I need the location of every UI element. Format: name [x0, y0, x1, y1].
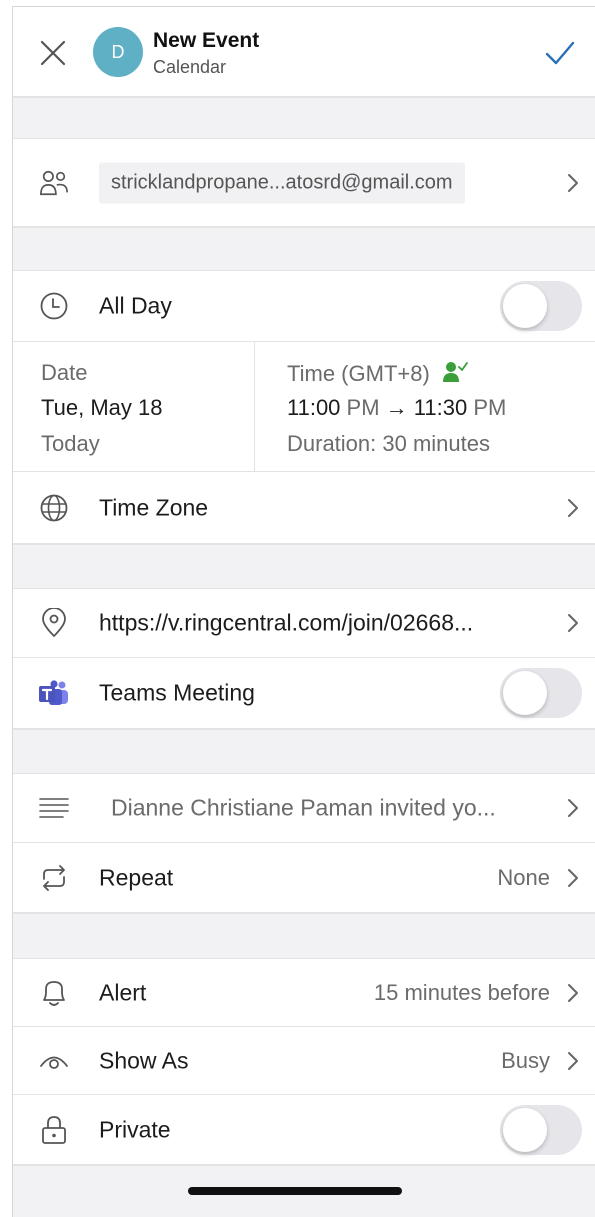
attendees-row[interactable]: stricklandpropane...atosrd@gmail.com	[13, 139, 595, 227]
time-range: 11:00 PM → 11:30 PM	[287, 395, 506, 421]
time-arrow: →	[385, 395, 408, 420]
alert-label: Alert	[99, 979, 147, 1005]
location-pin-icon	[39, 608, 69, 638]
repeat-row[interactable]: Repeat None	[13, 843, 595, 913]
date-value: Tue, May 18	[41, 395, 163, 420]
header: D New Event Calendar	[13, 7, 595, 97]
chevron-right-icon	[564, 1050, 582, 1072]
date-relative: Today	[41, 431, 100, 456]
all-day-row: All Day	[13, 271, 595, 342]
close-icon	[40, 40, 66, 66]
alert-row[interactable]: Alert 15 minutes before	[13, 959, 595, 1027]
chevron-right-icon	[564, 612, 582, 634]
description-lines-icon	[39, 793, 69, 823]
location-row[interactable]: https://v.ringcentral.com/join/02668...	[13, 589, 595, 658]
attendee-chip[interactable]: stricklandpropane...atosrd@gmail.com	[99, 162, 465, 203]
teams-icon	[39, 678, 69, 708]
start-period: PM	[346, 395, 380, 420]
description-row[interactable]: Dianne Christiane Paman invited yo...	[13, 774, 595, 843]
description-value: Dianne Christiane Paman invited yo...	[111, 794, 496, 821]
start-time: 11:00	[287, 395, 341, 420]
section-gap	[13, 913, 595, 959]
time-zone-row[interactable]: Time Zone	[13, 472, 595, 544]
section-gap	[13, 227, 595, 271]
teams-meeting-label: Teams Meeting	[99, 679, 255, 706]
time-picker[interactable]: Time (GMT+8) 11:00 PM → 11:30 PM Duratio…	[255, 342, 595, 472]
teams-meeting-row: Teams Meeting	[13, 658, 595, 729]
lock-icon	[39, 1115, 69, 1145]
chevron-right-icon	[564, 867, 582, 889]
close-button[interactable]	[37, 37, 69, 69]
all-day-label: All Day	[99, 292, 172, 319]
toggle-knob	[503, 1107, 547, 1152]
eye-icon	[39, 1046, 69, 1076]
section-gap	[13, 97, 595, 139]
all-day-toggle[interactable]	[500, 281, 582, 331]
repeat-icon	[39, 863, 69, 893]
save-button[interactable]	[542, 35, 578, 71]
clock-icon	[39, 291, 69, 321]
date-time-section: Date Tue, May 18 Today Time (GMT+8) 11:0…	[13, 342, 595, 472]
bell-icon	[39, 978, 69, 1008]
home-indicator[interactable]	[188, 1187, 402, 1195]
private-label: Private	[99, 1116, 171, 1142]
private-row: Private	[13, 1095, 595, 1165]
avatar: D	[93, 27, 143, 77]
available-person-icon	[442, 362, 468, 382]
toggle-knob	[503, 284, 547, 328]
repeat-label: Repeat	[99, 864, 174, 890]
alert-value: 15 minutes before	[373, 979, 550, 1005]
date-label: Date	[41, 360, 88, 385]
show-as-row[interactable]: Show As Busy	[13, 1027, 595, 1095]
time-label-row: Time (GMT+8)	[287, 360, 468, 387]
show-as-label: Show As	[99, 1047, 189, 1073]
date-picker[interactable]: Date Tue, May 18 Today	[13, 342, 255, 472]
calendar-name[interactable]: Calendar	[153, 57, 226, 78]
chevron-right-icon	[564, 497, 582, 519]
show-as-value: Busy	[501, 1047, 550, 1073]
repeat-value: None	[497, 864, 550, 890]
end-time: 11:30	[413, 395, 468, 420]
chevron-right-icon	[564, 982, 582, 1004]
chevron-right-icon	[564, 797, 582, 819]
duration: Duration: 30 minutes	[287, 431, 490, 456]
teams-meeting-toggle[interactable]	[500, 668, 582, 718]
end-period: PM	[473, 395, 507, 420]
checkmark-icon	[545, 41, 575, 65]
section-gap	[13, 544, 595, 589]
private-toggle[interactable]	[500, 1104, 582, 1155]
toggle-knob	[503, 671, 547, 715]
new-event-screen: D New Event Calendar stricklandpropane..…	[12, 6, 595, 1217]
globe-icon	[39, 493, 69, 523]
section-gap	[13, 729, 595, 774]
chevron-right-icon	[564, 172, 582, 194]
time-zone-label: Time Zone	[99, 494, 209, 520]
location-value: https://v.ringcentral.com/join/02668...	[99, 609, 474, 636]
people-icon	[39, 168, 69, 198]
time-zone-label: Time (GMT+8)	[287, 361, 430, 386]
page-title: New Event	[153, 29, 260, 52]
